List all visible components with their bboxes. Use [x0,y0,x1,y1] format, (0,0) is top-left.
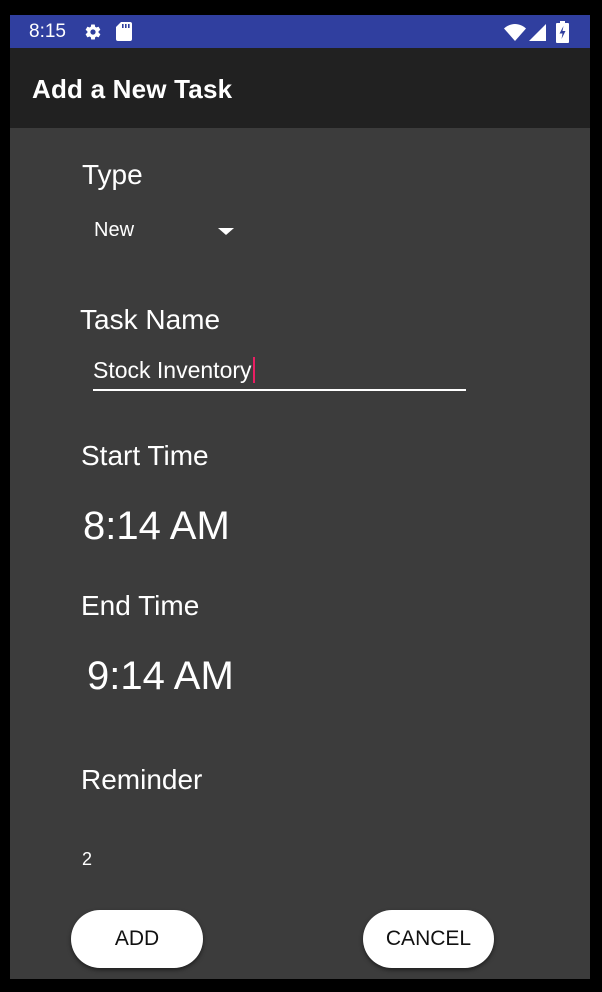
cancel-button[interactable]: CANCEL [363,910,494,968]
task-name-input[interactable]: Stock Inventory [93,353,466,391]
task-name-label: Task Name [80,304,221,335]
app-screen: 8:15 Add a New Task Type New Task Name S… [10,15,590,979]
task-name-input-text: Stock Inventory [93,357,255,384]
task-name-value: Stock Inventory [93,357,252,383]
dropdown-arrow-icon [218,228,234,235]
gear-icon [85,24,101,40]
type-dropdown[interactable]: New [82,210,252,254]
status-bar: 8:15 [10,15,590,48]
wifi-icon [504,24,526,41]
add-button[interactable]: ADD [71,910,203,968]
signal-icon [529,24,546,41]
status-time: 8:15 [29,21,66,42]
text-cursor [252,357,255,383]
start-time-label: Start Time [81,440,209,471]
reminder-label: Reminder [81,764,203,795]
start-time-value[interactable]: 8:14 AM [83,504,230,549]
end-time-label: End Time [81,590,200,621]
reminder-value[interactable]: 2 [82,849,92,870]
sd-card-icon [116,22,132,41]
page-title: Add a New Task [32,74,233,104]
type-selected-value: New [94,219,135,241]
battery-charging-icon [556,21,569,43]
type-label: Type [82,159,143,190]
end-time-value[interactable]: 9:14 AM [87,654,234,699]
app-bar: Add a New Task [10,48,590,128]
